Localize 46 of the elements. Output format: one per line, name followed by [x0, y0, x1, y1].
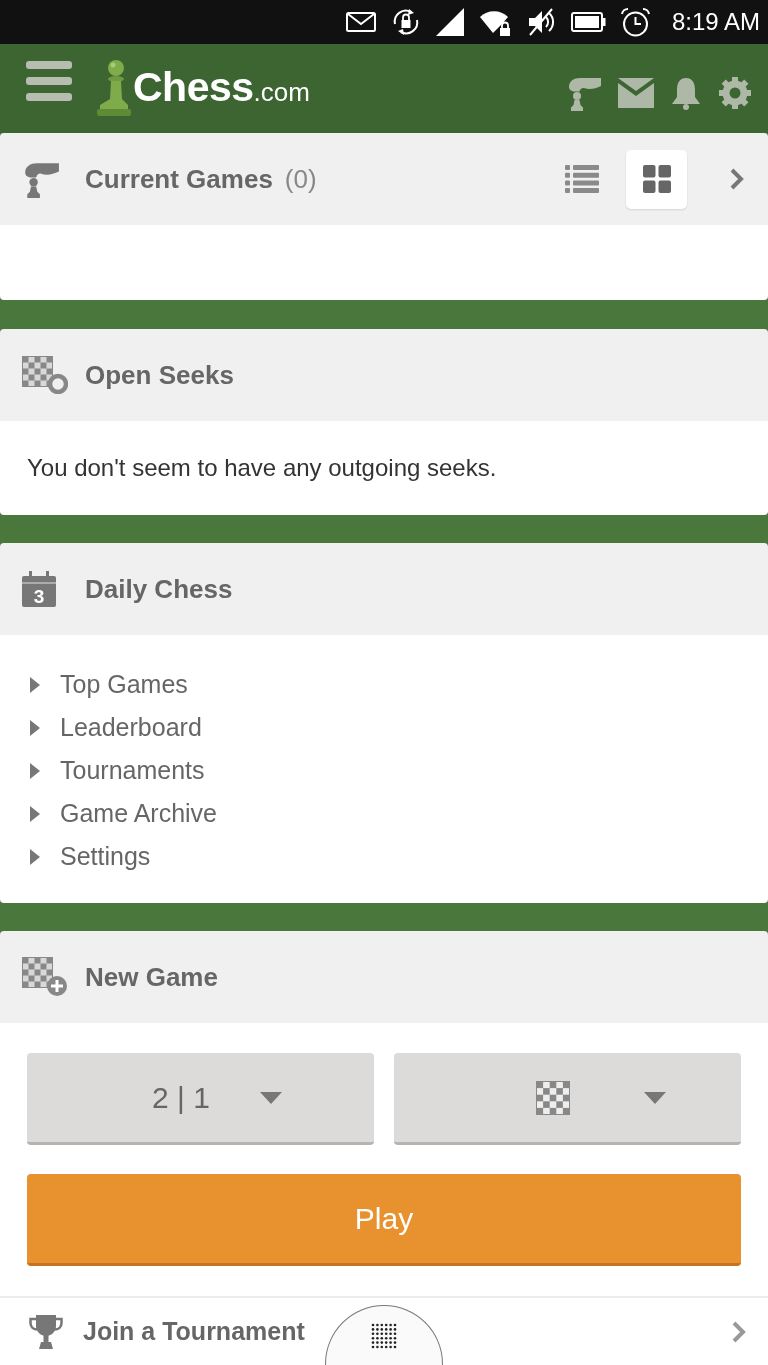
caret-right-icon: [30, 719, 40, 736]
caret-down-icon: [644, 1091, 666, 1104]
alarm-clock-icon: [620, 7, 650, 37]
game-count: (0): [284, 162, 317, 196]
board-with-ring-icon: [22, 356, 68, 394]
list-view-icon: [564, 165, 599, 193]
hand-pawn-icon[interactable]: [566, 75, 602, 111]
grid-view-icon: [642, 165, 671, 193]
empty-message: You don't seem to have any outgoing seeks.: [27, 453, 497, 483]
chessboard-icon: [536, 1080, 570, 1115]
caret-right-icon: [30, 762, 40, 779]
mail-icon: [345, 12, 376, 32]
mail-icon[interactable]: [618, 78, 654, 108]
caret-right-icon: [30, 676, 40, 693]
chevron-right-icon: [730, 168, 744, 190]
wifi-icon: [478, 8, 511, 36]
menu-link[interactable]: Top Games: [30, 663, 188, 706]
grid-view-button[interactable]: [626, 149, 687, 209]
menu-link[interactable]: Tournaments: [30, 749, 205, 792]
board-dropdown[interactable]: [394, 1053, 741, 1145]
card-title: New Game: [85, 960, 218, 994]
time-control-dropdown[interactable]: 2 | 1: [27, 1053, 374, 1145]
card-title: Open Seeks: [85, 358, 234, 392]
card-title: Daily Chess: [85, 572, 233, 606]
hand-pawn-icon: [22, 160, 60, 198]
trophy-icon: [28, 1313, 64, 1350]
dot-grid-icon: [371, 1323, 397, 1349]
settings-icon[interactable]: [718, 76, 752, 110]
menu-link[interactable]: Settings: [30, 835, 151, 878]
bell-icon[interactable]: [670, 76, 702, 110]
caret-down-icon: [259, 1091, 282, 1104]
pawn-logo-icon: [97, 59, 131, 116]
battery-icon: [570, 12, 606, 32]
caret-right-icon: [30, 848, 40, 865]
status-time: 8:19 AM: [671, 7, 760, 37]
menu-button[interactable]: [26, 60, 72, 101]
card-title: Current Games: [85, 162, 273, 196]
logo-wordmark: Chess.com: [133, 67, 310, 108]
caret-right-icon: [30, 805, 40, 822]
menu-link[interactable]: Game Archive: [30, 792, 217, 835]
signal-icon: [435, 8, 464, 36]
board-with-plus-icon: [22, 957, 68, 997]
menu-link[interactable]: Leaderboard: [30, 706, 202, 749]
chevron-right-icon: [732, 1320, 746, 1343]
menu-icon: [26, 60, 72, 101]
join-tournament-link[interactable]: Join a Tournament: [0, 1296, 768, 1365]
